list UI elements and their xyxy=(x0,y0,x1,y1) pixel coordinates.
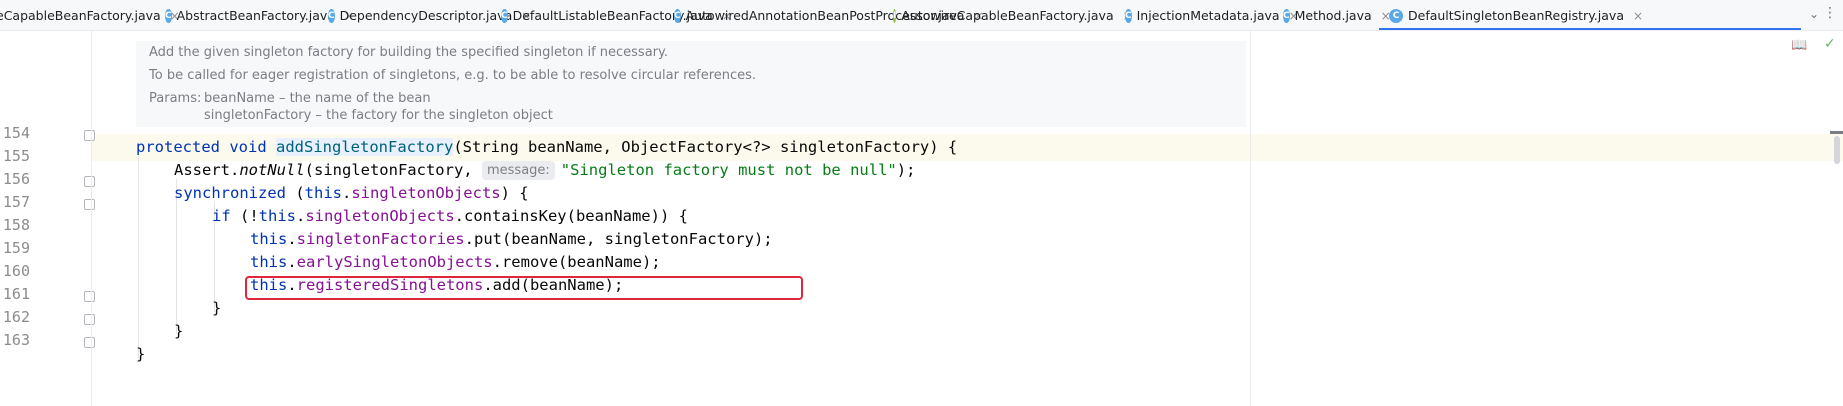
fold-toggle-icon[interactable] xyxy=(84,130,95,141)
field-ref: singletonObjects xyxy=(305,207,455,225)
editor-tab[interactable]: IAutowireCapableBeanFactory.java× xyxy=(883,0,1133,30)
editor-tab-bar: eCapableBeanFactory.java × C AbstractBeanFa… xyxy=(0,0,1843,31)
interface-icon: I xyxy=(893,8,897,23)
scrollbar-error-stripe[interactable] xyxy=(1830,131,1843,134)
code-text: (String beanName, ObjectFactory<?> singl… xyxy=(453,138,958,156)
keyword: protected xyxy=(136,138,220,156)
fold-toggle-icon[interactable] xyxy=(84,199,95,210)
gutter-separator xyxy=(91,31,92,406)
editor-tab-label: DependencyDescriptor.java xyxy=(339,8,513,23)
editor-tab[interactable]: C AbstractBeanFactory.java × xyxy=(155,0,354,30)
annotation-highlight-box xyxy=(245,276,803,300)
doc-params-label: Params: xyxy=(149,91,202,106)
code-text: } xyxy=(212,299,222,317)
class-icon: C xyxy=(1283,8,1290,23)
inspection-ok-icon[interactable]: ✓ xyxy=(1824,36,1836,52)
code-line[interactable]: } xyxy=(136,341,145,368)
rendered-javadoc[interactable]: Add the given singleton factory for buil… xyxy=(136,41,1246,127)
code-text: . xyxy=(341,184,352,202)
doc-detail: To be called for eager registration of s… xyxy=(149,68,757,83)
line-number: 159 xyxy=(2,239,30,257)
editor-tab[interactable]: C Method.java × xyxy=(1273,0,1391,30)
editor-tab[interactable]: eCapableBeanFactory.java × xyxy=(0,0,180,30)
keyword: void xyxy=(229,138,267,156)
line-number-gutter[interactable]: 154 155 156 157 158 159 160 161 162 163 xyxy=(0,31,95,406)
keyword: this xyxy=(258,207,296,225)
editor-tab-label: AutowireCapableBeanFactory.java xyxy=(901,8,1114,23)
editor-tab[interactable]: C DefaultListableBeanFactory.java × xyxy=(491,0,732,30)
code-text: } xyxy=(174,322,184,340)
keyword: this xyxy=(250,253,288,271)
class-icon: C xyxy=(1125,8,1132,23)
editor-tab-label: eCapableBeanFactory.java xyxy=(0,8,161,23)
editor-tab[interactable]: C AutowiredAnnotationBeanPostProcessor.ja… xyxy=(664,0,984,30)
fold-toggle-icon[interactable] xyxy=(84,337,95,348)
line-number: 158 xyxy=(2,216,30,234)
editor-tab[interactable]: C DefaultSingletonBeanRegistry.java × xyxy=(1379,0,1801,30)
line-number: 161 xyxy=(2,285,30,303)
close-tab-icon[interactable]: × xyxy=(1633,9,1643,23)
code-text: ); xyxy=(896,161,916,179)
field-ref: singletonFactories xyxy=(296,230,465,248)
code-text: .put(beanName, singletonFactory); xyxy=(464,230,773,248)
field-ref: singletonObjects xyxy=(351,184,501,202)
tab-list-dropdown-icon[interactable]: ⌄ xyxy=(1809,7,1819,21)
reader-mode-icon[interactable]: 📖 xyxy=(1791,38,1807,53)
code-text: Assert. xyxy=(174,161,240,179)
fold-toggle-icon[interactable] xyxy=(84,291,95,302)
class-icon: C xyxy=(165,8,172,23)
class-icon: C xyxy=(328,8,335,23)
class-icon: C xyxy=(674,8,681,23)
string-literal: "Singleton factory must not be null" xyxy=(560,161,897,179)
line-number: 155 xyxy=(2,147,30,165)
doc-param: singletonFactory – the factory for the s… xyxy=(204,108,553,123)
code-text: } xyxy=(136,345,146,363)
method-call: notNull xyxy=(239,161,305,179)
code-text: .remove(beanName); xyxy=(492,253,661,271)
code-editor[interactable]: 154 155 156 157 158 159 160 161 162 163 … xyxy=(0,31,1843,406)
keyword: synchronized xyxy=(174,184,286,202)
line-number: 160 xyxy=(2,262,30,280)
editor-tab-label: InjectionMetadata.java xyxy=(1136,8,1280,23)
code-text: ( xyxy=(285,184,305,202)
code-text: (! xyxy=(230,207,259,225)
line-number: 162 xyxy=(2,308,30,326)
line-number: 156 xyxy=(2,170,30,188)
editor-tab-label: AbstractBeanFactory.java xyxy=(176,8,335,23)
right-margin-guide xyxy=(1250,31,1251,406)
fold-toggle-icon[interactable] xyxy=(84,314,95,325)
line-number: 154 xyxy=(2,124,30,142)
scrollbar-thumb[interactable] xyxy=(1834,136,1840,164)
editor-tab[interactable]: C InjectionMetadata.java × xyxy=(1115,0,1299,30)
keyword: this xyxy=(250,230,288,248)
line-number: 163 xyxy=(2,331,30,349)
class-icon: C xyxy=(501,8,508,23)
doc-param: beanName – the name of the bean xyxy=(204,91,431,106)
editor-tab-label: Method.java xyxy=(1294,8,1372,23)
fold-toggle-icon[interactable] xyxy=(84,176,95,187)
keyword: this xyxy=(304,184,342,202)
code-text: . xyxy=(287,230,297,248)
doc-summary: Add the given singleton factory for buil… xyxy=(149,45,668,60)
code-line[interactable]: } xyxy=(174,318,183,345)
code-text: . xyxy=(296,207,306,225)
code-line[interactable]: } xyxy=(212,295,221,322)
editor-tab[interactable]: C DependencyDescriptor.java × xyxy=(318,0,531,30)
more-options-icon[interactable]: ⋮ xyxy=(1823,5,1837,21)
code-text: (singletonFactory, xyxy=(304,161,473,179)
code-text: ) { xyxy=(500,184,529,202)
class-icon: C xyxy=(1389,8,1403,23)
method-name: addSingletonFactory xyxy=(276,138,454,156)
parameter-hint: message: xyxy=(481,161,555,180)
keyword: if xyxy=(212,207,231,225)
indent-guide xyxy=(138,156,139,361)
line-number: 157 xyxy=(2,193,30,211)
editor-tab-label: DefaultSingletonBeanRegistry.java xyxy=(1408,8,1624,23)
field-ref: earlySingletonObjects xyxy=(296,253,493,271)
code-text: .containsKey(beanName)) { xyxy=(454,207,688,225)
code-text: . xyxy=(287,253,297,271)
